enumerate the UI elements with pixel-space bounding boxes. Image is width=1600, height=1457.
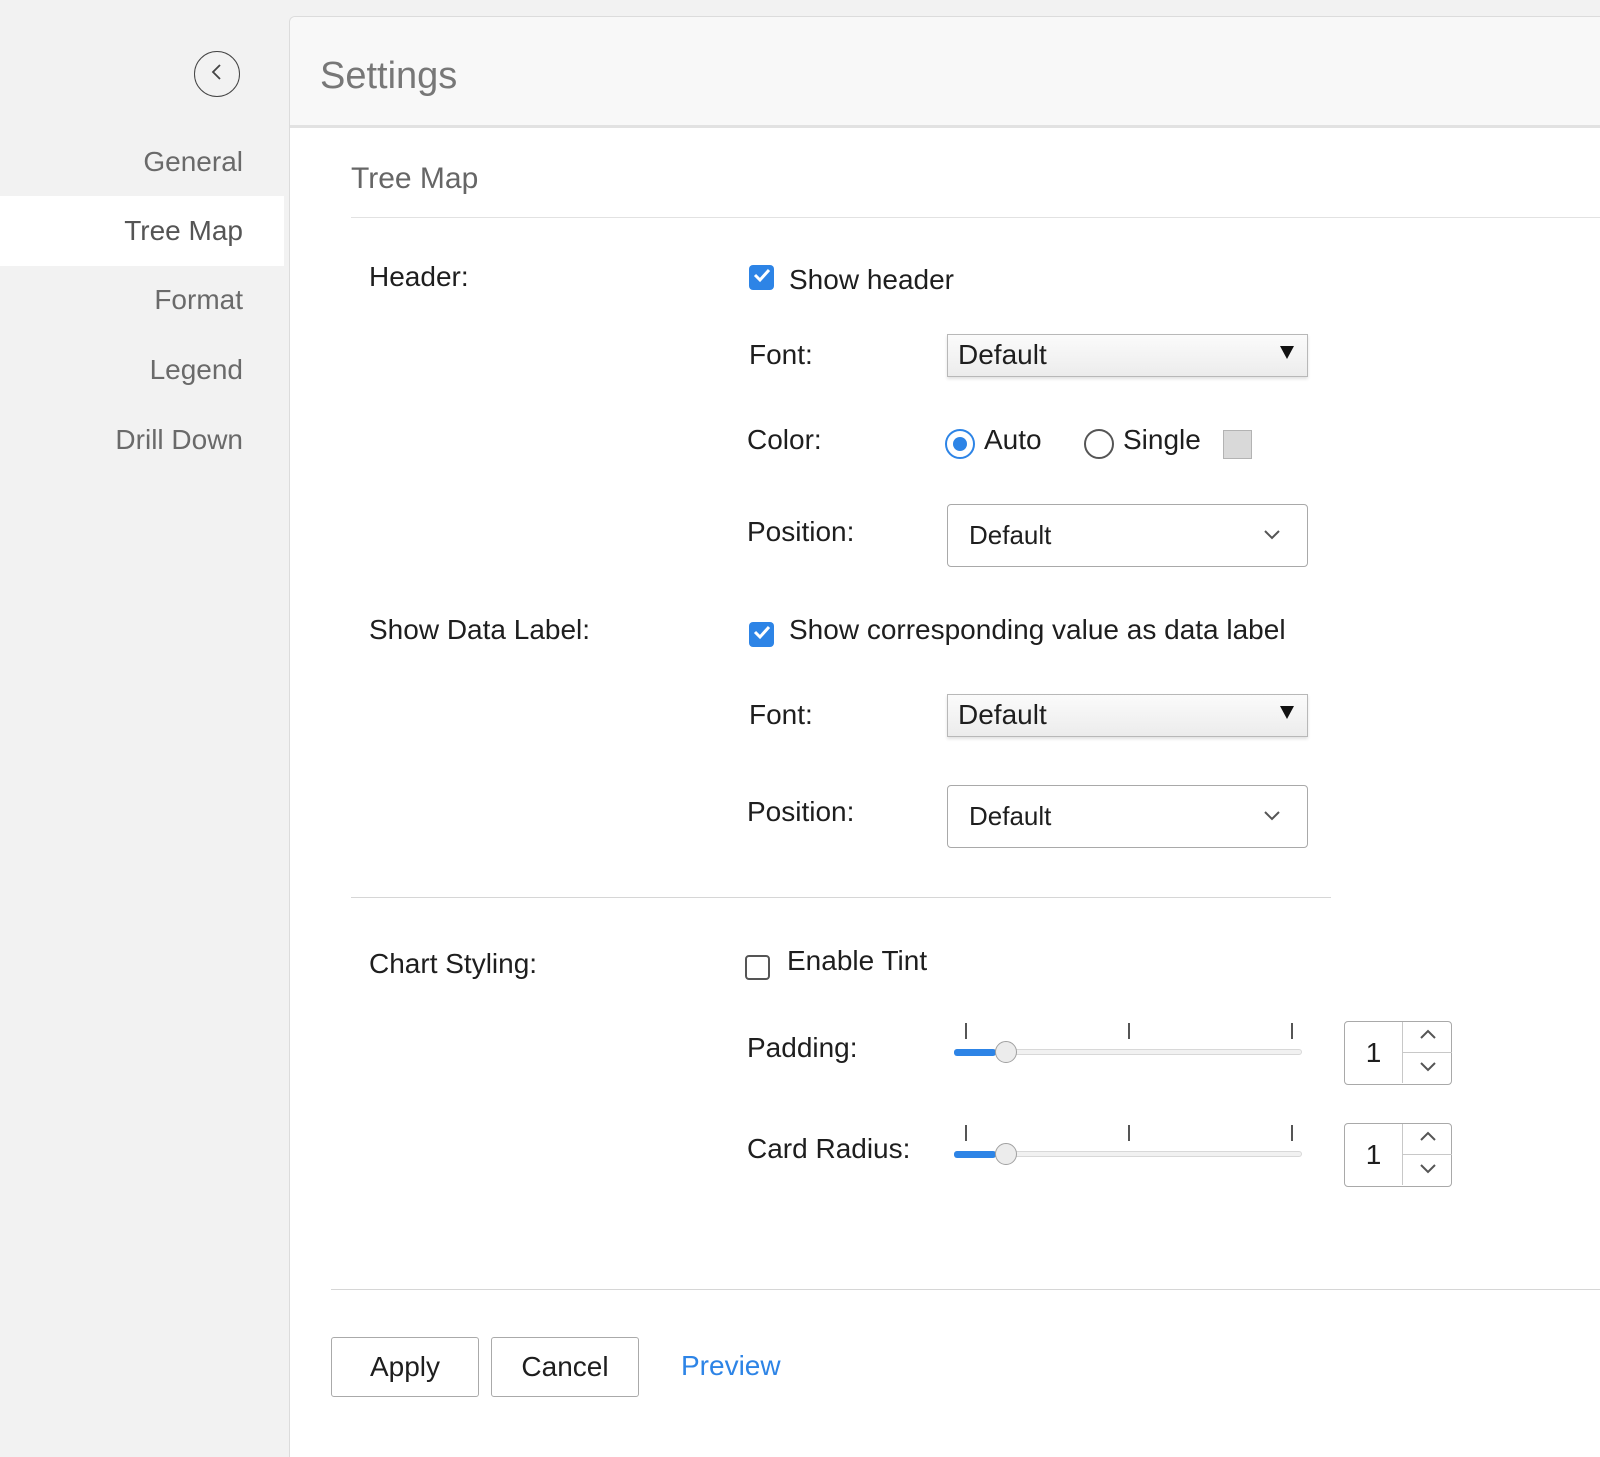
section-divider bbox=[351, 217, 1600, 218]
preview-link[interactable]: Preview bbox=[681, 1350, 781, 1382]
footer-divider bbox=[331, 1289, 1600, 1290]
chevron-up-icon bbox=[1419, 1028, 1437, 1046]
header-color-label: Color: bbox=[747, 424, 822, 455]
back-button[interactable] bbox=[194, 51, 240, 97]
checkmark-icon bbox=[753, 267, 771, 288]
slider-tick bbox=[1128, 1125, 1130, 1141]
show-data-label-checkbox[interactable] bbox=[749, 622, 774, 647]
data-label-font-select[interactable]: Default bbox=[947, 694, 1308, 737]
chevron-up-icon bbox=[1419, 1130, 1437, 1148]
data-label-label: Show Data Label: bbox=[369, 614, 591, 645]
chevron-down-icon bbox=[1263, 808, 1281, 826]
data-label-position-value: Default bbox=[969, 801, 1052, 831]
chevron-down-icon bbox=[1419, 1059, 1437, 1077]
chart-styling-label: Chart Styling: bbox=[369, 948, 538, 979]
slider-tick bbox=[965, 1125, 967, 1141]
settings-panel: Settings Tree Map Header: Show header Fo… bbox=[289, 16, 1600, 1457]
header-position-value: Default bbox=[969, 520, 1052, 550]
color-auto-radio[interactable] bbox=[945, 429, 975, 459]
padding-value[interactable]: 1 bbox=[1345, 1022, 1402, 1083]
card-radius-slider[interactable] bbox=[954, 1125, 1302, 1185]
apply-button[interactable]: Apply bbox=[331, 1337, 479, 1397]
color-swatch[interactable] bbox=[1223, 430, 1252, 459]
header-position-label: Position: bbox=[747, 516, 855, 547]
data-label-position-label: Position: bbox=[747, 796, 855, 827]
stepper-up-button[interactable] bbox=[1403, 1124, 1452, 1155]
group-divider bbox=[351, 897, 1331, 898]
sidebar-item-format[interactable]: Format bbox=[0, 265, 284, 335]
sidebar: General Tree Map Format Legend Drill Dow… bbox=[0, 0, 284, 1442]
header-label: Header: bbox=[369, 261, 469, 292]
header-font-label: Font: bbox=[749, 339, 813, 370]
slider-tick bbox=[1128, 1023, 1130, 1039]
slider-tick bbox=[1291, 1023, 1293, 1039]
stepper-down-button[interactable] bbox=[1403, 1053, 1452, 1083]
padding-slider[interactable] bbox=[954, 1023, 1302, 1083]
slider-fill bbox=[954, 1049, 996, 1056]
header-position-select[interactable]: Default bbox=[947, 504, 1308, 567]
color-auto-label[interactable]: Auto bbox=[984, 424, 1042, 456]
stepper-up-button[interactable] bbox=[1403, 1022, 1452, 1053]
slider-fill bbox=[954, 1151, 996, 1158]
triangle-down-icon bbox=[1279, 344, 1295, 365]
slider-thumb[interactable] bbox=[995, 1041, 1017, 1063]
chevron-left-icon bbox=[209, 62, 225, 87]
page-title: Settings bbox=[320, 55, 458, 97]
slider-tick bbox=[965, 1023, 967, 1039]
show-data-label-text[interactable]: Show corresponding value as data label bbox=[789, 614, 1286, 646]
padding-stepper[interactable]: 1 bbox=[1344, 1021, 1452, 1085]
data-label-position-select[interactable]: Default bbox=[947, 785, 1308, 848]
chevron-down-icon bbox=[1419, 1161, 1437, 1179]
data-label-font-label: Font: bbox=[749, 699, 813, 730]
header-font-value: Default bbox=[958, 339, 1047, 370]
card-radius-stepper[interactable]: 1 bbox=[1344, 1123, 1452, 1187]
header-font-select[interactable]: Default bbox=[947, 334, 1308, 377]
sidebar-item-general[interactable]: General bbox=[0, 127, 284, 197]
color-single-label[interactable]: Single bbox=[1123, 424, 1201, 456]
checkmark-icon bbox=[753, 624, 771, 645]
slider-thumb[interactable] bbox=[995, 1143, 1017, 1165]
sidebar-item-tree-map[interactable]: Tree Map bbox=[0, 196, 284, 266]
stepper-down-button[interactable] bbox=[1403, 1155, 1452, 1185]
section-title: Tree Map bbox=[351, 162, 479, 195]
card-radius-value[interactable]: 1 bbox=[1345, 1124, 1402, 1185]
show-header-label[interactable]: Show header bbox=[789, 264, 954, 296]
sidebar-item-legend[interactable]: Legend bbox=[0, 335, 284, 405]
enable-tint-label[interactable]: Enable Tint bbox=[787, 945, 927, 977]
triangle-down-icon bbox=[1279, 704, 1295, 725]
padding-label: Padding: bbox=[747, 1032, 858, 1063]
data-label-font-value: Default bbox=[958, 699, 1047, 730]
enable-tint-checkbox[interactable] bbox=[745, 955, 770, 980]
slider-tick bbox=[1291, 1125, 1293, 1141]
show-header-checkbox[interactable] bbox=[749, 265, 774, 290]
card-radius-label: Card Radius: bbox=[747, 1133, 911, 1164]
chevron-down-icon bbox=[1263, 527, 1281, 545]
sidebar-item-drill-down[interactable]: Drill Down bbox=[0, 405, 284, 475]
cancel-button[interactable]: Cancel bbox=[491, 1337, 639, 1397]
panel-header: Settings bbox=[290, 17, 1600, 128]
color-single-radio[interactable] bbox=[1084, 429, 1114, 459]
